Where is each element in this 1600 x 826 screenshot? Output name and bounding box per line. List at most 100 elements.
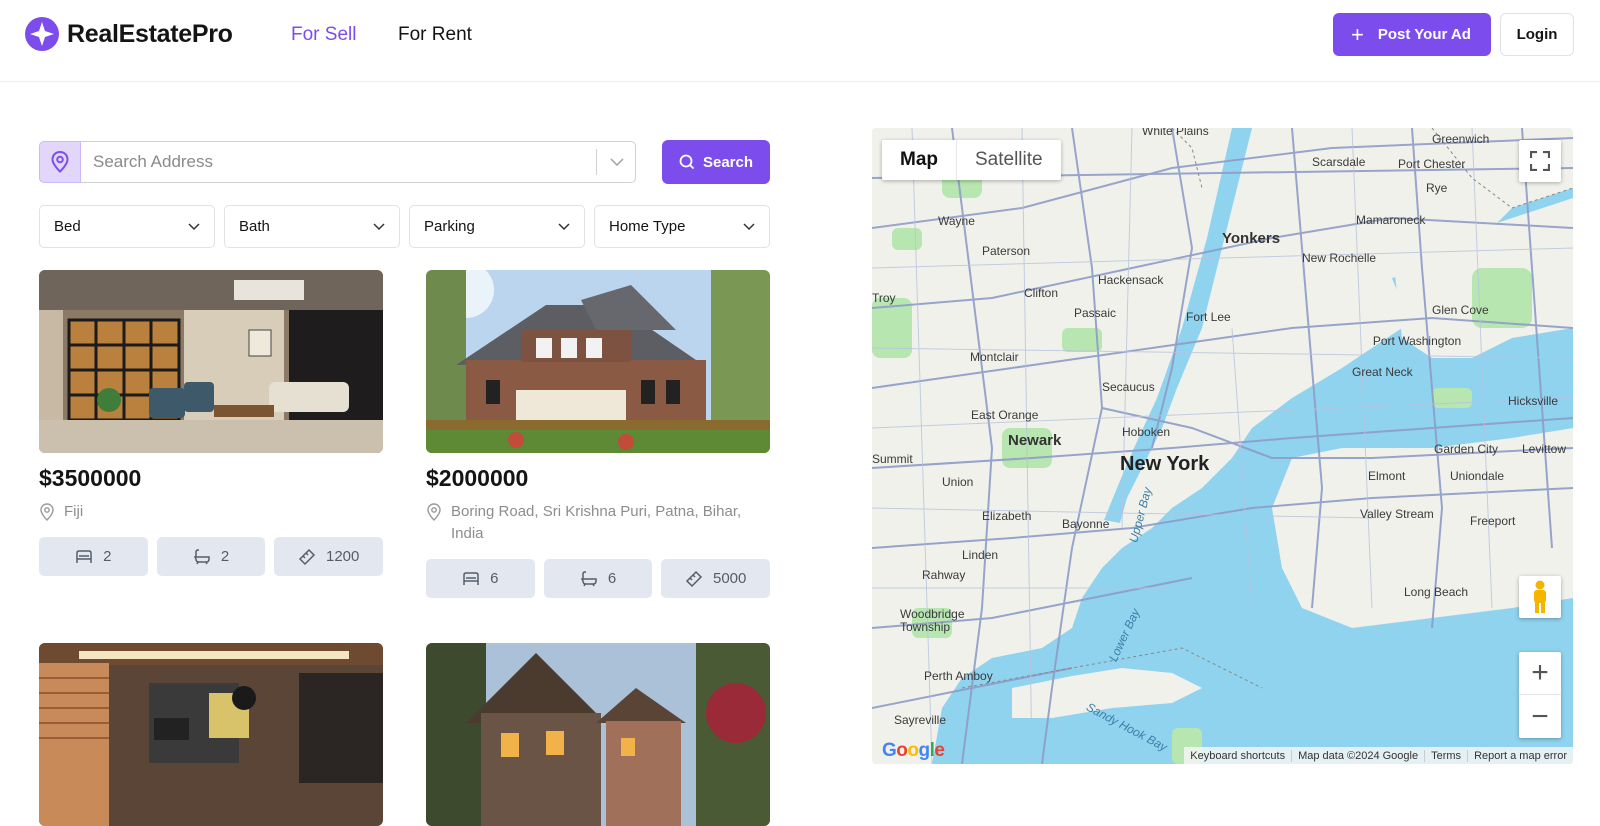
area-chip: 5000: [661, 559, 771, 598]
listing-card[interactable]: [426, 643, 770, 826]
listing-card[interactable]: $2000000 Boring Road, Sri Krishna Puri, …: [426, 270, 771, 598]
chevron-down-icon: [373, 222, 385, 230]
listing-price: $2000000: [426, 465, 529, 491]
chevron-down-icon[interactable]: [596, 149, 636, 175]
filter-bed[interactable]: Bed: [39, 205, 215, 248]
post-ad-label: Post Your Ad: [1377, 26, 1471, 43]
zoom-in-button[interactable]: +: [1519, 652, 1561, 695]
map-label-perth-amboy: Perth Amboy: [924, 669, 993, 683]
plus-icon: +: [1351, 21, 1364, 47]
listing-address-text: Fiji: [64, 503, 84, 520]
beds-chip: 2: [39, 537, 148, 576]
location-pin-icon: [39, 141, 81, 183]
search-icon: [679, 154, 695, 170]
listing-features: 2 2 1200: [39, 537, 384, 576]
listing-photo-house[interactable]: [426, 270, 770, 453]
fullscreen-button[interactable]: [1519, 140, 1561, 182]
filter-home-type[interactable]: Home Type: [594, 205, 770, 248]
map-label-uniondale: Uniondale: [1450, 469, 1505, 483]
map-label-greenwich: Greenwich: [1432, 132, 1490, 146]
map-label-yonkers: Yonkers: [1222, 230, 1281, 247]
map-label-newark: Newark: [1008, 432, 1062, 449]
bed-icon: [76, 549, 92, 563]
listing-photo-interior[interactable]: [39, 270, 383, 453]
search-button[interactable]: Search: [662, 140, 770, 184]
terms-link[interactable]: Terms: [1424, 749, 1467, 762]
map-label-woodbridge: Woodbridge Township: [900, 607, 965, 634]
listing-features: 6 6 5000: [426, 559, 771, 598]
ruler-icon: [685, 570, 703, 587]
street-view-pegman[interactable]: [1519, 576, 1561, 618]
listing-card[interactable]: [39, 643, 383, 826]
login-button[interactable]: Login: [1500, 13, 1574, 56]
listing-photo-living-room[interactable]: [39, 643, 383, 826]
logo-star-icon: [25, 17, 59, 51]
nav-for-sell[interactable]: For Sell: [291, 24, 356, 46]
location-pin-icon: [40, 503, 54, 521]
map-label-linden: Linden: [962, 548, 999, 562]
map-label-port-washington: Port Washington: [1372, 334, 1462, 348]
map-label-levittown: Levittow: [1522, 442, 1567, 456]
bed-icon: [463, 571, 479, 585]
map-label-hackensack: Hackensack: [1098, 273, 1164, 287]
map-type-satellite[interactable]: Satellite: [956, 140, 1061, 180]
map-label-union: Union: [942, 475, 974, 489]
area-value: 1200: [325, 548, 360, 565]
area-value: 5000: [712, 570, 747, 587]
map-label-great-neck: Great Neck: [1352, 365, 1413, 379]
map-type-map[interactable]: Map: [882, 140, 956, 180]
keyboard-shortcuts-link[interactable]: Keyboard shortcuts: [1184, 750, 1291, 762]
post-ad-button[interactable]: + Post Your Ad: [1333, 13, 1491, 56]
map-data-credit: Map data ©2024 Google: [1291, 749, 1424, 762]
ruler-icon: [298, 548, 316, 565]
beds-chip: 6: [426, 559, 535, 598]
brand-logo[interactable]: RealEstatePro: [25, 17, 233, 51]
nav-for-rent[interactable]: For Rent: [398, 24, 472, 46]
map-label-montclair: Montclair: [970, 350, 1019, 364]
map-label-mamaroneck: Mamaroneck: [1356, 213, 1426, 227]
map-label-new-york: New York: [1120, 453, 1210, 475]
baths-chip: 6: [543, 559, 653, 598]
filter-bath[interactable]: Bath: [224, 205, 400, 248]
map-label-sayreville: Sayreville: [894, 713, 947, 727]
bath-icon: [580, 570, 597, 586]
map-view[interactable]: New York Newark Yonkers Hoboken Secaucus…: [872, 128, 1573, 764]
map-label-passaic: Passaic: [1074, 306, 1117, 320]
map-label-troy: Troy: [872, 291, 896, 305]
listing-address-text: Boring Road, Sri Krishna Puri, Patna, Bi…: [451, 503, 742, 542]
map-label-port-chester: Port Chester: [1398, 157, 1466, 171]
map-label-bayonne: Bayonne: [1062, 517, 1110, 531]
map-label-clifton: Clifton: [1024, 286, 1059, 300]
beds-count: 6: [490, 570, 499, 587]
map-label-summit: Summit: [872, 452, 913, 466]
top-header: RealEstatePro For Sell For Rent + Post Y…: [0, 0, 1600, 82]
baths-count: 2: [220, 548, 230, 565]
filter-label: Bath: [239, 218, 270, 235]
zoom-out-button[interactable]: −: [1519, 695, 1561, 738]
map-footer: Keyboard shortcuts Map data ©2024 Google…: [1184, 747, 1573, 764]
map-label-white-plains: White Plains: [1142, 128, 1209, 138]
listing-address: Boring Road, Sri Krishna Puri, Patna, Bi…: [426, 501, 770, 545]
report-map-error-link[interactable]: Report a map error: [1467, 749, 1573, 762]
map-label-paterson: Paterson: [982, 244, 1031, 258]
address-search: [39, 141, 636, 183]
map-type-toggle: Map Satellite: [882, 140, 1061, 180]
filter-label: Parking: [424, 218, 475, 235]
map-label-rye: Rye: [1426, 181, 1448, 195]
listing-card[interactable]: $3500000 Fiji 2 2 1200: [39, 270, 384, 576]
map-label-east-orange: East Orange: [971, 408, 1039, 422]
map-label-elmont: Elmont: [1368, 469, 1406, 483]
listing-photo-cottage[interactable]: [426, 643, 770, 826]
chevron-down-icon: [188, 222, 200, 230]
filter-parking[interactable]: Parking: [409, 205, 585, 248]
listing-address: Fiji: [39, 501, 383, 523]
area-chip: 1200: [274, 537, 384, 576]
map-label-hoboken: Hoboken: [1122, 425, 1171, 439]
map-label-secaucus: Secaucus: [1102, 380, 1155, 394]
bath-icon: [193, 548, 210, 564]
search-address-input[interactable]: [81, 141, 636, 183]
map-label-scarsdale: Scarsdale: [1312, 155, 1366, 169]
map-label-hicksville: Hicksville: [1508, 394, 1559, 408]
map-label-glen-cove: Glen Cove: [1432, 303, 1489, 317]
pegman-icon: [1534, 580, 1546, 613]
